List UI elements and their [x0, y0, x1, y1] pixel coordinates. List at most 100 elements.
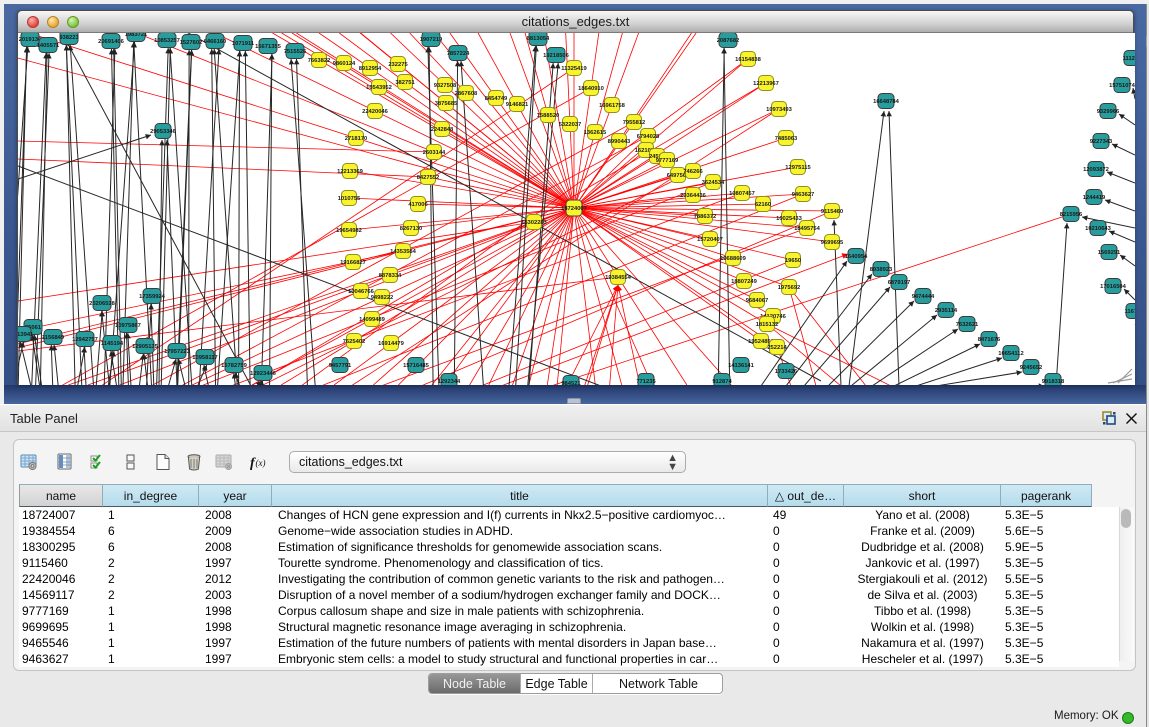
svg-text:16154838: 16154838 [735, 57, 762, 63]
svg-text:22420046: 22420046 [362, 109, 389, 115]
svg-text:10973493: 10973493 [766, 107, 793, 113]
svg-text:1244419: 1244419 [1083, 195, 1106, 201]
svg-text:2718170: 2718170 [345, 136, 368, 142]
svg-text:9777169: 9777169 [656, 158, 679, 164]
svg-text:2242848: 2242848 [431, 127, 454, 133]
svg-text:9699695: 9699695 [821, 240, 844, 246]
svg-text:12975115: 12975115 [785, 165, 811, 171]
svg-text:771235: 771235 [636, 379, 656, 385]
svg-text:984521: 984521 [561, 381, 581, 385]
svg-text:2087682: 2087682 [717, 38, 740, 44]
svg-text:12905135: 12905135 [132, 344, 159, 350]
svg-text:17016504: 17016504 [1100, 284, 1127, 290]
svg-text:18807249: 18807249 [731, 279, 758, 285]
svg-text:417006: 417006 [408, 202, 428, 208]
svg-text:6466160: 6466160 [204, 39, 227, 45]
svg-text:8471676: 8471676 [978, 337, 1001, 343]
svg-text:10807457: 10807457 [729, 191, 755, 197]
svg-text:1815132: 1815132 [756, 322, 779, 328]
svg-text:2603144: 2603144 [423, 150, 446, 156]
svg-text:10688609: 10688609 [720, 256, 747, 262]
svg-text:19654982: 19654982 [336, 228, 362, 234]
svg-text:746266: 746266 [683, 169, 703, 175]
svg-text:1569291: 1569291 [1098, 250, 1121, 256]
svg-text:232275: 232275 [388, 62, 408, 68]
svg-text:1640954: 1640954 [845, 254, 868, 260]
svg-text:(x): (x) [256, 458, 266, 468]
svg-text:9474444: 9474444 [912, 294, 935, 300]
svg-text:1907219: 1907219 [420, 37, 443, 43]
svg-text:938223: 938223 [59, 35, 79, 41]
svg-text:7663822: 7663822 [308, 58, 331, 64]
svg-text:16671355: 16671355 [255, 44, 282, 50]
svg-text:2935114: 2935114 [935, 308, 958, 314]
svg-text:8938923: 8938923 [870, 267, 893, 273]
svg-text:10958117: 10958117 [192, 355, 217, 361]
svg-text:1292344: 1292344 [438, 379, 461, 385]
svg-text:9457791: 9457791 [329, 363, 352, 369]
svg-text:10654112: 10654112 [998, 351, 1023, 357]
svg-text:9146821: 9146821 [506, 102, 529, 108]
svg-text:14353584: 14353584 [390, 249, 417, 255]
svg-text:1733426: 1733426 [775, 369, 798, 375]
svg-text:1588520: 1588520 [537, 113, 560, 119]
svg-text:1405571: 1405571 [37, 43, 60, 49]
svg-text:1071911: 1071911 [232, 41, 255, 47]
svg-text:8878334: 8878334 [379, 273, 402, 279]
svg-text:9245652: 9245652 [1020, 365, 1043, 371]
svg-text:14099489: 14099489 [359, 317, 386, 323]
svg-text:252214: 252214 [767, 345, 787, 351]
svg-text:17957223: 17957223 [164, 349, 191, 355]
svg-text:29053346: 29053346 [150, 129, 177, 135]
svg-text:12942757: 12942757 [72, 337, 98, 343]
svg-text:15720407: 15720407 [697, 237, 723, 243]
svg-text:20364436: 20364436 [680, 193, 707, 199]
svg-text:16961758: 16961758 [599, 103, 626, 109]
svg-text:382751: 382751 [395, 80, 415, 86]
svg-text:15302283: 15302283 [521, 220, 548, 226]
svg-text:8427552: 8427552 [417, 175, 440, 181]
svg-text:9327508: 9327508 [434, 83, 457, 89]
svg-text:9115460: 9115460 [821, 209, 843, 215]
svg-text:9227343: 9227343 [1090, 139, 1113, 145]
svg-text:7955812: 7955812 [623, 120, 646, 126]
svg-text:9498222: 9498222 [371, 295, 394, 301]
svg-text:8215956: 8215956 [1060, 212, 1083, 218]
svg-text:18640910: 18640910 [578, 86, 604, 92]
svg-text:116753: 116753 [1124, 309, 1135, 315]
svg-text:20206518: 20206518 [89, 301, 116, 307]
svg-text:10210643: 10210643 [1085, 226, 1112, 232]
svg-text:10543952: 10543952 [366, 85, 392, 91]
svg-text:16914479: 16914479 [378, 341, 405, 347]
svg-text:3875685: 3875685 [435, 101, 458, 107]
svg-text:8454749: 8454749 [485, 96, 508, 102]
svg-text:12213967: 12213967 [753, 81, 779, 87]
svg-text:19384554: 19384554 [605, 275, 632, 281]
svg-text:1983721: 1983721 [125, 33, 148, 38]
svg-text:19218506: 19218506 [543, 53, 570, 59]
svg-text:6794028: 6794028 [637, 134, 660, 140]
svg-text:1362615: 1362615 [584, 130, 607, 136]
svg-text:12923446: 12923446 [250, 371, 277, 377]
svg-text:7857224: 7857224 [447, 51, 470, 57]
svg-text:7625402: 7625402 [343, 339, 366, 345]
svg-text:9918318: 9918318 [1042, 379, 1065, 385]
svg-text:7632621: 7632621 [956, 322, 979, 328]
svg-text:9860124: 9860124 [333, 61, 356, 67]
svg-text:912874: 912874 [712, 379, 732, 385]
svg-text:9329966: 9329966 [1097, 109, 1120, 115]
svg-text:15716485: 15716485 [403, 363, 430, 369]
svg-text:8990443: 8990443 [608, 139, 631, 145]
svg-text:2867608: 2867608 [455, 91, 478, 97]
svg-text:17359924: 17359924 [139, 294, 166, 300]
svg-text:8813054: 8813054 [527, 36, 550, 42]
svg-text:7485063: 7485063 [775, 136, 798, 142]
svg-text:1156849: 1156849 [42, 335, 65, 341]
svg-text:8912954: 8912954 [359, 66, 382, 72]
svg-text:12093872: 12093872 [1083, 167, 1109, 173]
svg-text:20691406: 20691406 [98, 39, 125, 45]
svg-text:12213369: 12213369 [337, 169, 364, 175]
svg-text:3624534: 3624534 [702, 180, 725, 186]
svg-text:16782759: 16782759 [221, 363, 248, 369]
svg-text:9684067: 9684067 [746, 298, 769, 304]
